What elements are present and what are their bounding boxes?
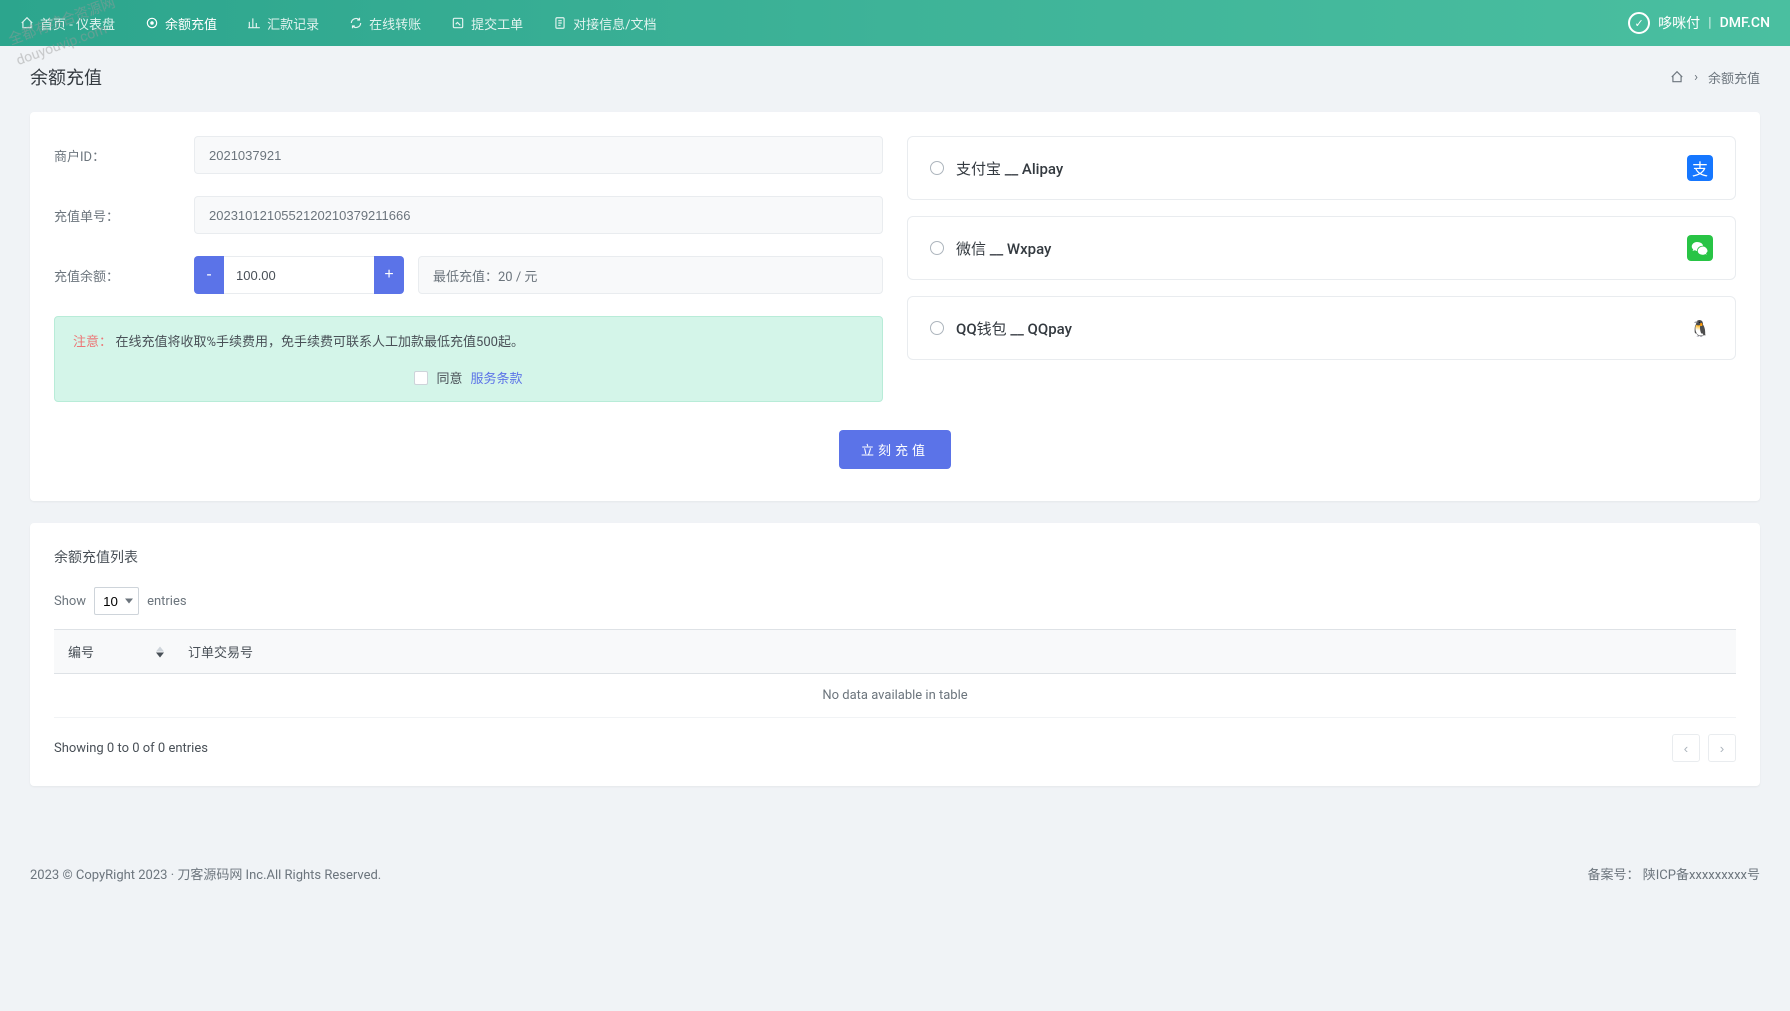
page-title: 余额充值 bbox=[30, 64, 102, 90]
table-info: Showing 0 to 0 of 0 entries bbox=[54, 741, 208, 756]
brand-divider: | bbox=[1708, 15, 1711, 31]
empty-message: No data available in table bbox=[54, 674, 1736, 718]
bar-chart-icon bbox=[247, 16, 261, 30]
nav-item-docs[interactable]: 对接信息/文档 bbox=[553, 14, 656, 33]
increase-button[interactable]: + bbox=[374, 256, 404, 294]
circle-dot-icon bbox=[145, 16, 159, 30]
pager: ‹ › bbox=[1672, 734, 1736, 762]
payment-label: 支付宝 __ Alipay bbox=[956, 158, 1063, 179]
nav-label: 余额充值 bbox=[165, 14, 217, 33]
page-footer: 2023 © CopyRight 2023 · 刀客源码网 Inc.All Ri… bbox=[0, 846, 1790, 901]
amount-stepper: - + bbox=[194, 256, 404, 294]
amount-input[interactable] bbox=[224, 256, 374, 294]
payment-label: QQ钱包 __ QQpay bbox=[956, 318, 1072, 339]
breadcrumb-separator: › bbox=[1694, 70, 1698, 85]
nav-label: 在线转账 bbox=[369, 14, 421, 33]
prev-page-button[interactable]: ‹ bbox=[1672, 734, 1700, 762]
entries-label: entries bbox=[147, 594, 187, 609]
refresh-icon bbox=[349, 16, 363, 30]
notice-prefix: 注意： bbox=[73, 335, 112, 350]
home-icon bbox=[20, 16, 34, 30]
icp: 备案号： 陕ICP备xxxxxxxxx号 bbox=[1588, 864, 1761, 883]
table-empty-row: No data available in table bbox=[54, 674, 1736, 718]
radio-icon bbox=[930, 241, 944, 255]
home-icon[interactable] bbox=[1670, 70, 1684, 84]
copyright: 2023 © CopyRight 2023 · 刀客源码网 Inc.All Ri… bbox=[30, 864, 381, 883]
payment-option-wxpay[interactable]: 微信 __ Wxpay bbox=[907, 216, 1736, 280]
agree-checkbox[interactable] bbox=[414, 371, 428, 385]
show-label: Show bbox=[54, 594, 86, 609]
nav-item-dashboard[interactable]: 首页 - 仪表盘 bbox=[20, 14, 115, 33]
wechat-icon bbox=[1687, 235, 1713, 261]
breadcrumb-current: 余额充值 bbox=[1708, 68, 1760, 87]
decrease-button[interactable]: - bbox=[194, 256, 224, 294]
next-page-button[interactable]: › bbox=[1708, 734, 1736, 762]
qq-icon: 🐧 bbox=[1687, 315, 1713, 341]
nav-label: 首页 - 仪表盘 bbox=[40, 14, 115, 33]
payment-option-alipay[interactable]: 支付宝 __ Alipay 支 bbox=[907, 136, 1736, 200]
breadcrumb: › 余额充值 bbox=[1670, 68, 1760, 87]
terms-link[interactable]: 服务条款 bbox=[471, 368, 523, 387]
icp-value[interactable]: 陕ICP备xxxxxxxxx号 bbox=[1643, 868, 1760, 883]
merchant-id-input[interactable] bbox=[194, 136, 883, 174]
radio-icon bbox=[930, 321, 944, 335]
notice-body: 在线充值将收取%手续费用，免手续费可联系人工加款最低充值500起。 bbox=[116, 335, 524, 350]
list-card: 余额充值列表 Show 10 entries 编号 bbox=[30, 523, 1760, 786]
nav-item-ticket[interactable]: 提交工单 bbox=[451, 14, 523, 33]
page-size-select[interactable]: 10 bbox=[94, 587, 139, 615]
nav-label: 对接信息/文档 bbox=[573, 14, 656, 33]
page-header: 余额充值 › 余额充值 bbox=[0, 46, 1790, 102]
recharge-table: 编号 订单交易号 No data available in table bbox=[54, 629, 1736, 718]
min-recharge-display: 最低充值：20 / 元 bbox=[418, 256, 883, 294]
order-number-input[interactable] bbox=[194, 196, 883, 234]
recharge-button[interactable]: 立刻充值 bbox=[839, 430, 951, 469]
navbar: 首页 - 仪表盘 余额充值 汇款记录 在线转账 提交工单 对接信息/文档 ✓ 哆… bbox=[0, 0, 1790, 46]
notice-alert: 注意： 在线充值将收取%手续费用，免手续费可联系人工加款最低充值500起。 同意… bbox=[54, 316, 883, 402]
column-header-order[interactable]: 订单交易号 bbox=[174, 630, 1736, 674]
show-entries: Show 10 entries bbox=[54, 587, 1736, 615]
alipay-icon: 支 bbox=[1687, 155, 1713, 181]
nav-item-recharge[interactable]: 余额充值 bbox=[145, 14, 217, 33]
merchant-id-label: 商户ID： bbox=[54, 146, 194, 165]
brand-name: 哆咪付 bbox=[1658, 13, 1700, 33]
payment-label: 微信 __ Wxpay bbox=[956, 238, 1051, 259]
agree-row: 同意 服务条款 bbox=[73, 368, 864, 387]
radio-icon bbox=[930, 161, 944, 175]
edit-icon bbox=[451, 16, 465, 30]
brand: ✓ 哆咪付 | DMF.CN bbox=[1628, 12, 1770, 34]
nav-label: 提交工单 bbox=[471, 14, 523, 33]
sort-icon bbox=[156, 646, 164, 657]
nav-label: 汇款记录 bbox=[267, 14, 319, 33]
order-number-label: 充值单号： bbox=[54, 206, 194, 225]
amount-label: 充值余额： bbox=[54, 266, 194, 285]
nav-item-transfer[interactable]: 在线转账 bbox=[349, 14, 421, 33]
list-title: 余额充值列表 bbox=[54, 547, 1736, 567]
icp-label: 备案号： bbox=[1588, 868, 1640, 883]
brand-domain: DMF.CN bbox=[1720, 15, 1770, 31]
column-header-id[interactable]: 编号 bbox=[54, 630, 174, 674]
brand-logo-icon: ✓ bbox=[1628, 12, 1650, 34]
nav-item-remit[interactable]: 汇款记录 bbox=[247, 14, 319, 33]
payment-option-qqpay[interactable]: QQ钱包 __ QQpay 🐧 bbox=[907, 296, 1736, 360]
recharge-card: 商户ID： 充值单号： 充值余额： - + 最低充值：20 bbox=[30, 112, 1760, 501]
file-icon bbox=[553, 16, 567, 30]
agree-prefix: 同意 bbox=[436, 368, 462, 387]
